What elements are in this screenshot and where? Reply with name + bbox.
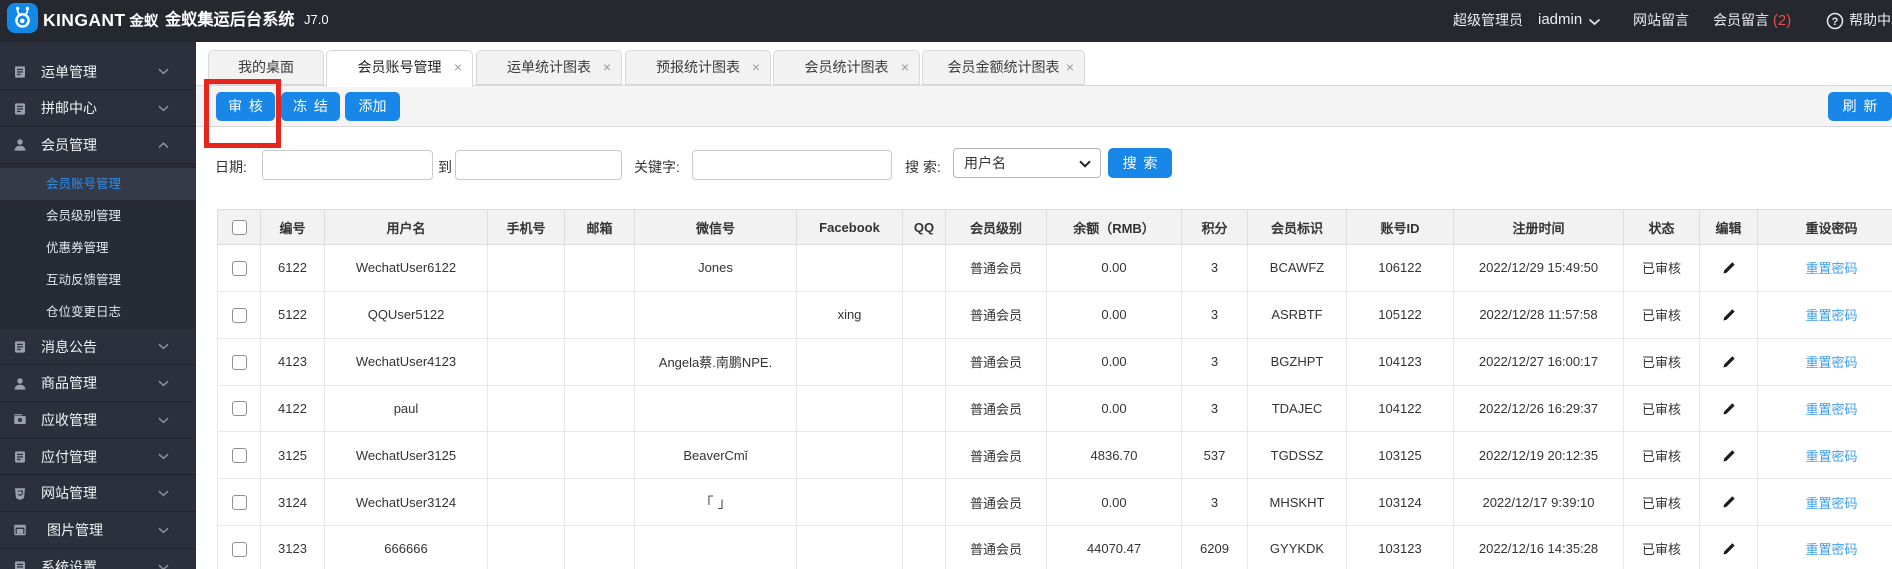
svg-text:?: ? (1832, 16, 1839, 28)
